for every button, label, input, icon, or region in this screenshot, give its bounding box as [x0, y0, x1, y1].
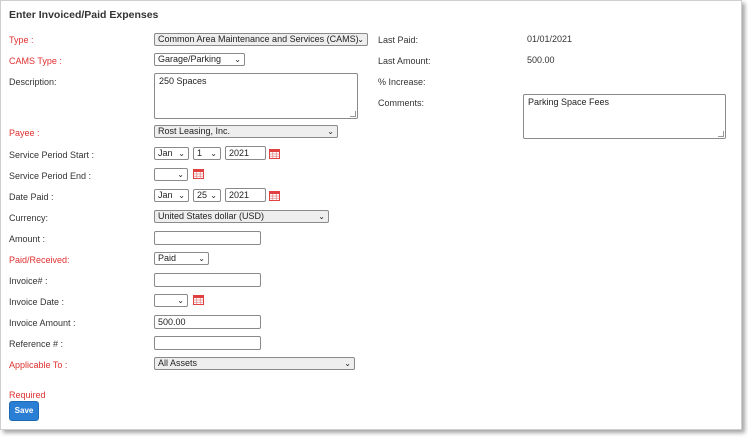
calendar-icon[interactable]: [269, 191, 280, 201]
type-select[interactable]: Common Area Maintenance and Services (CA…: [154, 33, 368, 46]
applicable-to-value: All Assets: [158, 358, 198, 368]
amount-label: Amount :: [9, 234, 46, 244]
amount-input[interactable]: [154, 231, 261, 245]
description-label: Description:: [9, 77, 57, 87]
required-note: Required: [9, 390, 46, 400]
type-label: Type :: [9, 35, 34, 45]
service-start-year-value: 2021: [229, 148, 250, 158]
chevron-down-icon: ⌄: [177, 170, 184, 179]
service-end-label: Service Period End :: [9, 171, 92, 181]
service-start-month-value: Jan: [158, 148, 173, 158]
invoice-no-input[interactable]: [154, 273, 261, 287]
paid-received-label: Paid/Received:: [9, 255, 70, 265]
invoice-amount-label: Invoice Amount :: [9, 318, 76, 328]
resize-handle-icon[interactable]: [350, 111, 356, 117]
chevron-down-icon: ⌄: [344, 359, 351, 368]
chevron-down-icon: ⌄: [178, 149, 185, 158]
service-start-day-value: 1: [197, 148, 203, 158]
date-paid-label: Date Paid :: [9, 192, 54, 202]
save-button[interactable]: Save: [9, 401, 39, 421]
cams-type-select-value: Garage/Parking: [158, 54, 222, 64]
applicable-to-select[interactable]: All Assets ⌄: [154, 357, 355, 370]
calendar-icon[interactable]: [193, 169, 204, 179]
service-end-select[interactable]: ⌄: [154, 168, 188, 181]
service-start-label: Service Period Start :: [9, 150, 95, 160]
comments-value: Parking Space Fees: [528, 97, 610, 107]
chevron-down-icon: ⌄: [210, 191, 217, 200]
last-amount-label: Last Amount:: [378, 56, 431, 66]
date-paid-month-value: Jan: [158, 190, 173, 200]
chevron-down-icon: ⌄: [327, 127, 334, 136]
invoice-amount-input[interactable]: 500.00: [154, 315, 261, 329]
chevron-down-icon: ⌄: [177, 296, 184, 305]
service-start-month-select[interactable]: Jan ⌄: [154, 147, 189, 160]
date-paid-day-select[interactable]: 25 ⌄: [193, 189, 221, 202]
reference-label: Reference # :: [9, 339, 64, 349]
currency-select-value: United States dollar (USD): [158, 211, 265, 221]
last-paid-label: Last Paid:: [378, 35, 419, 45]
date-paid-year-input[interactable]: 2021: [225, 188, 266, 202]
comments-textarea[interactable]: Parking Space Fees: [523, 94, 726, 139]
calendar-icon[interactable]: [193, 295, 204, 305]
date-paid-year-value: 2021: [229, 190, 250, 200]
date-paid-month-select[interactable]: Jan ⌄: [154, 189, 189, 202]
payee-label: Payee :: [9, 128, 40, 138]
paid-received-value: Paid: [158, 253, 177, 263]
payee-select[interactable]: Rost Leasing, Inc. ⌄: [154, 125, 338, 138]
chevron-down-icon: ⌄: [234, 55, 241, 64]
invoice-date-label: Invoice Date :: [9, 297, 65, 307]
chevron-down-icon: ⌄: [318, 212, 325, 221]
resize-handle-icon[interactable]: [718, 131, 724, 137]
last-paid-value: 01/01/2021: [527, 34, 573, 44]
reference-input[interactable]: [154, 336, 261, 350]
currency-label: Currency:: [9, 213, 49, 223]
pct-increase-label: % Increase:: [378, 77, 426, 87]
payee-select-value: Rost Leasing, Inc.: [158, 126, 231, 136]
expense-form-panel: Enter Invoiced/Paid Expenses Type : Comm…: [0, 0, 742, 430]
paid-received-select[interactable]: Paid ⌄: [154, 252, 209, 265]
chevron-down-icon: ⌄: [210, 149, 217, 158]
invoice-amount-value: 500.00: [158, 317, 186, 327]
description-textarea[interactable]: 250 Spaces: [154, 73, 358, 119]
service-start-day-select[interactable]: 1 ⌄: [193, 147, 221, 160]
cams-type-select[interactable]: Garage/Parking ⌄: [154, 53, 245, 66]
applicable-to-label: Applicable To :: [9, 360, 68, 370]
chevron-down-icon: ⌄: [178, 191, 185, 200]
page-title: Enter Invoiced/Paid Expenses: [9, 9, 159, 21]
comments-label: Comments:: [378, 98, 425, 108]
description-value: 250 Spaces: [159, 76, 207, 86]
cams-type-label: CAMS Type :: [9, 56, 62, 66]
last-amount-value: 500.00: [527, 55, 555, 65]
currency-select[interactable]: United States dollar (USD) ⌄: [154, 210, 329, 223]
chevron-down-icon: ⌄: [198, 254, 205, 263]
type-select-value: Common Area Maintenance and Services (CA…: [158, 34, 359, 44]
date-paid-day-value: 25: [197, 190, 208, 200]
calendar-icon[interactable]: [269, 149, 280, 159]
invoice-date-select[interactable]: ⌄: [154, 294, 188, 307]
invoice-no-label: Invoice# :: [9, 276, 48, 286]
service-start-year-input[interactable]: 2021: [225, 146, 266, 160]
chevron-down-icon: ⌄: [357, 35, 364, 44]
